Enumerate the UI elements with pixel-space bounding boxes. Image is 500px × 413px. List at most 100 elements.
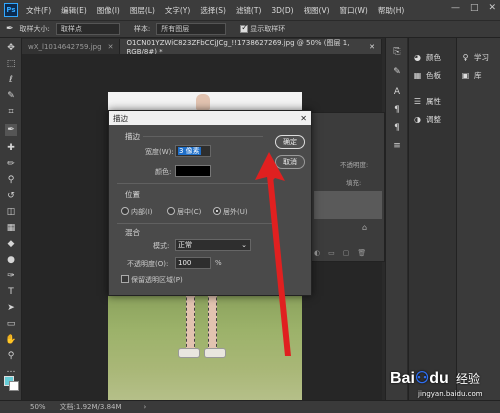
paragraph-icon[interactable]: ¶ (391, 104, 403, 116)
group-icon[interactable]: ▭ (328, 249, 335, 257)
character-icon[interactable]: A (391, 86, 403, 98)
learn-icon: ♀ (462, 53, 469, 62)
far-right-panel: ♀ 学习 ▣ 库 (456, 38, 500, 400)
more-tools-icon[interactable]: … (5, 364, 17, 376)
eyedropper-preset-icon[interactable]: ✒ (6, 24, 14, 34)
menu-type[interactable]: 文字(Y) (165, 5, 190, 16)
layers-fill-label: 填充: (346, 179, 362, 187)
position-center-radio[interactable] (167, 207, 175, 215)
tab-document-1[interactable]: wX_l1014642759.jpg ✕ (22, 39, 121, 54)
red-annotation-arrow (255, 152, 291, 356)
position-group-label: 位置 (125, 190, 140, 199)
menu-edit[interactable]: 编辑(E) (61, 5, 87, 16)
eraser-tool-icon[interactable]: ◫ (5, 206, 17, 218)
lasso-tool-icon[interactable]: ℓ (5, 74, 17, 86)
document-info: 文档:1.92M/3.84M (59, 403, 122, 411)
hand-tool-icon[interactable]: ✋ (5, 334, 17, 346)
swatches-icon: ▦ (413, 71, 422, 80)
move-tool-icon[interactable]: ✥ (5, 42, 17, 54)
position-outside-radio[interactable] (213, 207, 221, 215)
mode-select[interactable]: 正常 ⌄ (175, 239, 251, 251)
ok-button[interactable]: 确定 (275, 135, 305, 149)
menu-help[interactable]: 帮助(H) (378, 5, 405, 16)
menu-image[interactable]: 图像(I) (97, 5, 120, 16)
menu-view[interactable]: 视图(V) (304, 5, 330, 16)
dodge-tool-icon[interactable]: ● (5, 254, 17, 266)
zoom-level[interactable]: 50% (30, 403, 46, 411)
tools-panel: ✥ ⬚ ℓ ✎ ⌗ ✒ ✚ ✏ ⚲ ↺ ◫ ▦ ◆ ● ✑ T ➤ ▭ ✋ ⚲ … (0, 38, 22, 400)
right-shoe (204, 348, 226, 358)
history-brush-tool-icon[interactable]: ↺ (5, 190, 17, 202)
properties-icon: ☰ (413, 97, 422, 106)
dialog-title: 描边 (113, 113, 128, 123)
glyphs-icon[interactable]: ¶ (391, 122, 403, 134)
dialog-titlebar[interactable]: 描边 ✕ (109, 111, 311, 125)
channels-icon[interactable]: ≡ (391, 140, 403, 152)
panel-learn[interactable]: ♀ 学习 (461, 52, 489, 63)
pen-tool-icon[interactable]: ✑ (5, 270, 17, 282)
menu-filter[interactable]: 滤镜(T) (236, 5, 261, 16)
options-bar: ✒ 取样大小: 取样点 样本: 所有图层 显示取样环 (0, 20, 500, 38)
head-top (196, 94, 210, 110)
delete-layer-icon[interactable]: 🗑 (357, 249, 366, 257)
position-inside-label: 内部(I) (131, 208, 153, 216)
minimize-button[interactable]: — (451, 3, 460, 13)
close-tab-icon[interactable]: ✕ (108, 43, 114, 51)
layers-opacity-label: 不透明度: (340, 161, 369, 169)
menu-layer[interactable]: 图层(L) (130, 5, 155, 16)
panel-adjustments[interactable]: ◑ 调整 (413, 114, 441, 125)
healing-brush-tool-icon[interactable]: ✚ (5, 142, 17, 154)
type-tool-icon[interactable]: T (5, 286, 17, 298)
gradient-tool-icon[interactable]: ▦ (5, 222, 17, 234)
sample-size-select[interactable]: 取样点 (55, 23, 120, 35)
background-color-swatch[interactable] (9, 381, 19, 391)
show-ring-checkbox[interactable]: 显示取样环 (240, 23, 285, 34)
new-layer-icon[interactable]: ▢ (343, 249, 350, 257)
menu-3d[interactable]: 3D(D) (271, 6, 293, 15)
dialog-close-icon[interactable]: ✕ (300, 114, 307, 123)
mode-label: 模式: (153, 242, 170, 250)
quick-select-tool-icon[interactable]: ✎ (5, 90, 17, 102)
preserve-transparency-label: 保留透明区域(P) (131, 276, 183, 284)
position-inside-radio[interactable] (121, 207, 129, 215)
close-window-button[interactable]: ✕ (488, 3, 496, 13)
status-arrow-icon[interactable]: › (144, 403, 147, 411)
history-icon[interactable]: ⎘ (391, 46, 403, 58)
tab-document-2[interactable]: O1CN01YZWiC823ZFbCCjJCg_!!1738627269.jpg… (120, 39, 382, 56)
document-tabs: wX_l1014642759.jpg ✕ O1CN01YZWiC823ZFbCC… (22, 38, 382, 56)
stroke-group-label: 描边 (125, 132, 140, 141)
close-tab-icon[interactable]: ✕ (369, 43, 375, 51)
menu-file[interactable]: 文件(F) (26, 5, 51, 16)
eyedropper-tool-icon[interactable]: ✒ (5, 124, 17, 136)
rectangle-tool-icon[interactable]: ▭ (5, 318, 17, 330)
menu-select[interactable]: 选择(S) (200, 5, 226, 16)
panels-column: ◕ 颜色 ▦ 色板 ☰ 属性 ◑ 调整 (408, 38, 456, 400)
layers-panel: 不透明度: 填充: ⌂ ◐ ▭ ▢ 🗑 (303, 112, 385, 262)
zoom-tool-icon[interactable]: ⚲ (5, 350, 17, 362)
marquee-tool-icon[interactable]: ⬚ (5, 58, 17, 70)
panel-color[interactable]: ◕ 颜色 (413, 52, 441, 63)
opacity-unit: % (215, 259, 222, 267)
path-selection-tool-icon[interactable]: ➤ (5, 302, 17, 314)
divider (117, 223, 273, 224)
left-shoe (178, 348, 200, 358)
preserve-transparency-checkbox[interactable] (121, 275, 129, 283)
status-bar: 50% 文档:1.92M/3.84M › (0, 400, 500, 413)
brush-settings-icon[interactable]: ✎ (391, 66, 403, 78)
sample-select[interactable]: 所有图层 (156, 23, 227, 35)
menu-window[interactable]: 窗口(W) (340, 5, 368, 16)
panel-properties[interactable]: ☰ 属性 (413, 96, 441, 107)
maximize-button[interactable]: □ (470, 3, 479, 13)
panel-swatches[interactable]: ▦ 色板 (413, 70, 441, 81)
width-input[interactable]: 3 像素 (175, 145, 211, 157)
brush-tool-icon[interactable]: ✏ (5, 158, 17, 170)
blur-tool-icon[interactable]: ◆ (5, 238, 17, 250)
blend-group-label: 混合 (125, 228, 140, 237)
dock-icon-strip: ⎘ ✎ A ¶ ¶ ≡ (385, 38, 407, 400)
clone-stamp-tool-icon[interactable]: ⚲ (5, 174, 17, 186)
crop-tool-icon[interactable]: ⌗ (5, 106, 17, 118)
layer-row-selected[interactable] (314, 191, 382, 219)
color-swatch[interactable] (175, 165, 211, 177)
panel-library[interactable]: ▣ 库 (461, 70, 482, 81)
opacity-input[interactable]: 100 (175, 257, 211, 269)
